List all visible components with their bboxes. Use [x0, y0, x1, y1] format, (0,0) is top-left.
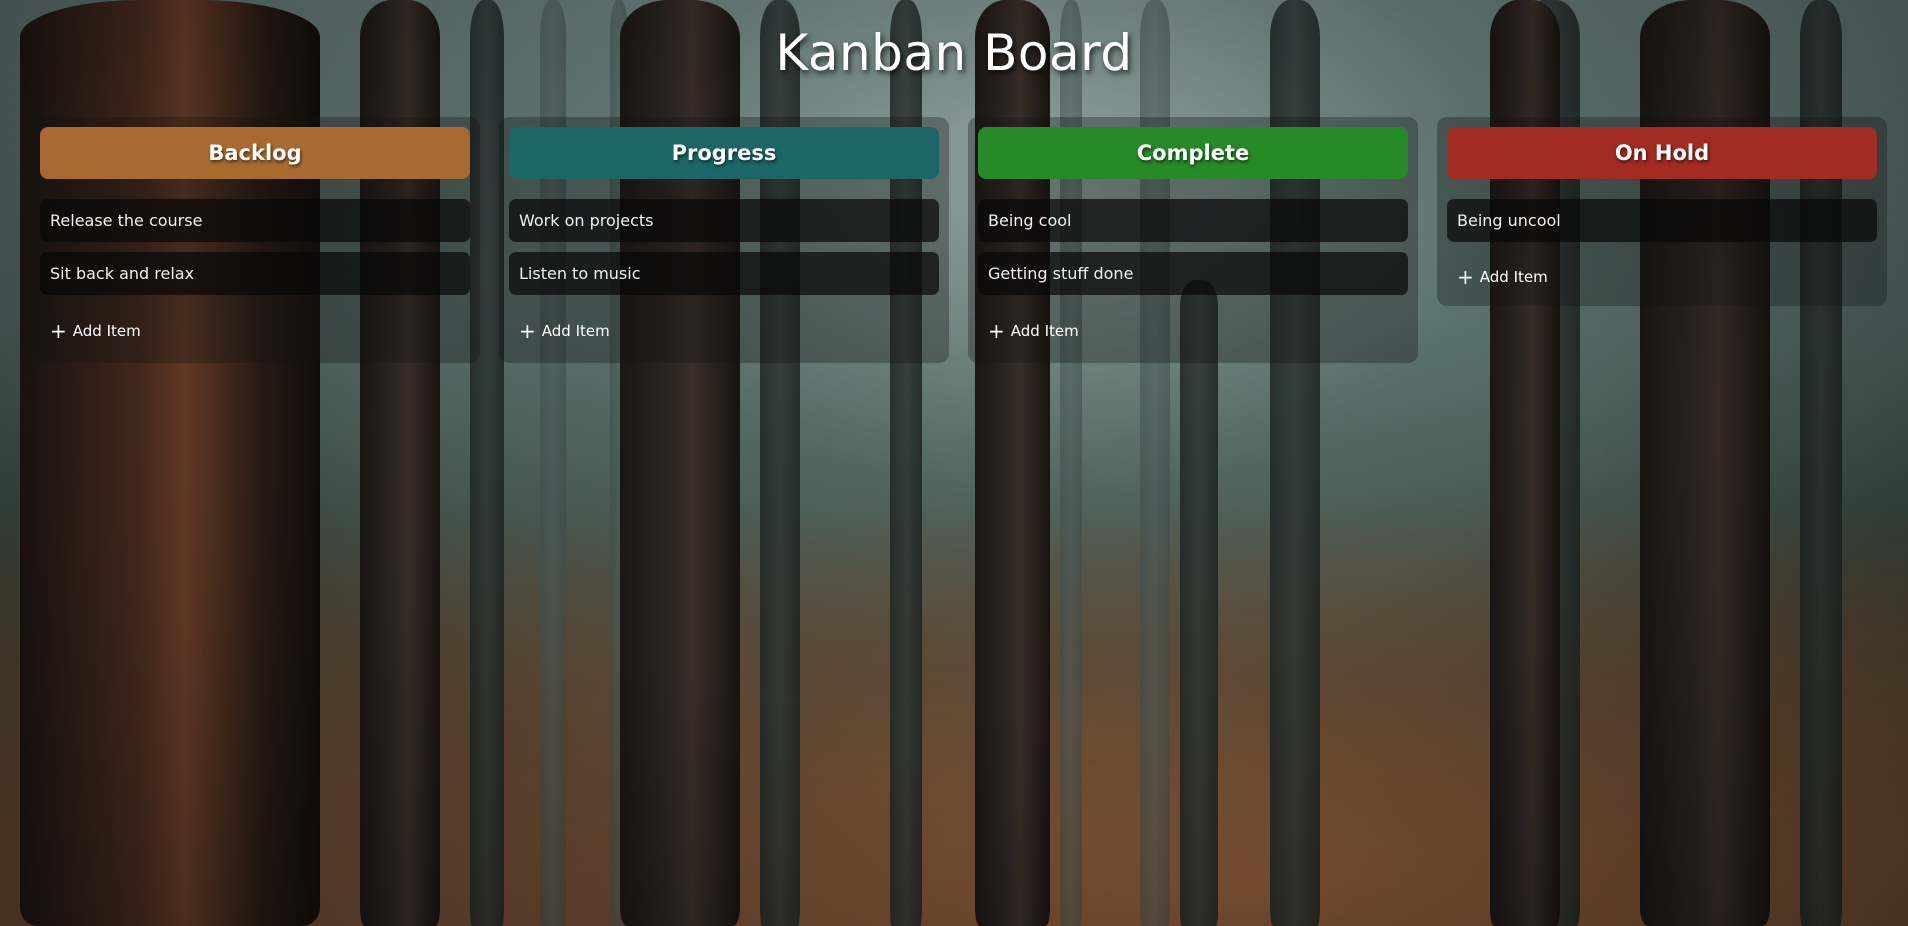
task-card[interactable]: Getting stuff done [978, 252, 1408, 295]
task-card[interactable]: Sit back and relax [40, 252, 470, 295]
column-items: Being uncool [1447, 199, 1877, 242]
add-item-label: Add Item [541, 322, 610, 340]
task-card[interactable]: Work on projects [509, 199, 939, 242]
add-item-button[interactable]: + Add Item [1447, 256, 1877, 298]
column-items: Being cool Getting stuff done [978, 199, 1408, 295]
column-header-backlog: Backlog [40, 127, 470, 179]
kanban-board: Backlog Release the course Sit back and … [30, 117, 1890, 363]
task-card[interactable]: Listen to music [509, 252, 939, 295]
add-item-label: Add Item [1010, 322, 1079, 340]
plus-icon: + [519, 319, 536, 343]
plus-icon: + [988, 319, 1005, 343]
plus-icon: + [50, 319, 67, 343]
add-item-button[interactable]: + Add Item [978, 307, 1408, 355]
column-complete: Complete Being cool Getting stuff done +… [968, 117, 1418, 363]
page-title: Kanban Board [775, 24, 1133, 82]
column-items: Work on projects Listen to music [509, 199, 939, 295]
column-on-hold: On Hold Being uncool + Add Item [1437, 117, 1887, 306]
column-header-complete: Complete [978, 127, 1408, 179]
kanban-app: Kanban Board Backlog Release the course … [0, 0, 1908, 926]
task-card[interactable]: Being uncool [1447, 199, 1877, 242]
column-backlog: Backlog Release the course Sit back and … [30, 117, 480, 363]
plus-icon: + [1457, 265, 1474, 289]
add-item-button[interactable]: + Add Item [509, 307, 939, 355]
add-item-button[interactable]: + Add Item [40, 307, 470, 355]
column-items: Release the course Sit back and relax [40, 199, 470, 295]
add-item-label: Add Item [72, 322, 141, 340]
column-header-progress: Progress [509, 127, 939, 179]
task-card[interactable]: Release the course [40, 199, 470, 242]
column-progress: Progress Work on projects Listen to musi… [499, 117, 949, 363]
column-header-on-hold: On Hold [1447, 127, 1877, 179]
task-card[interactable]: Being cool [978, 199, 1408, 242]
add-item-label: Add Item [1479, 268, 1548, 286]
